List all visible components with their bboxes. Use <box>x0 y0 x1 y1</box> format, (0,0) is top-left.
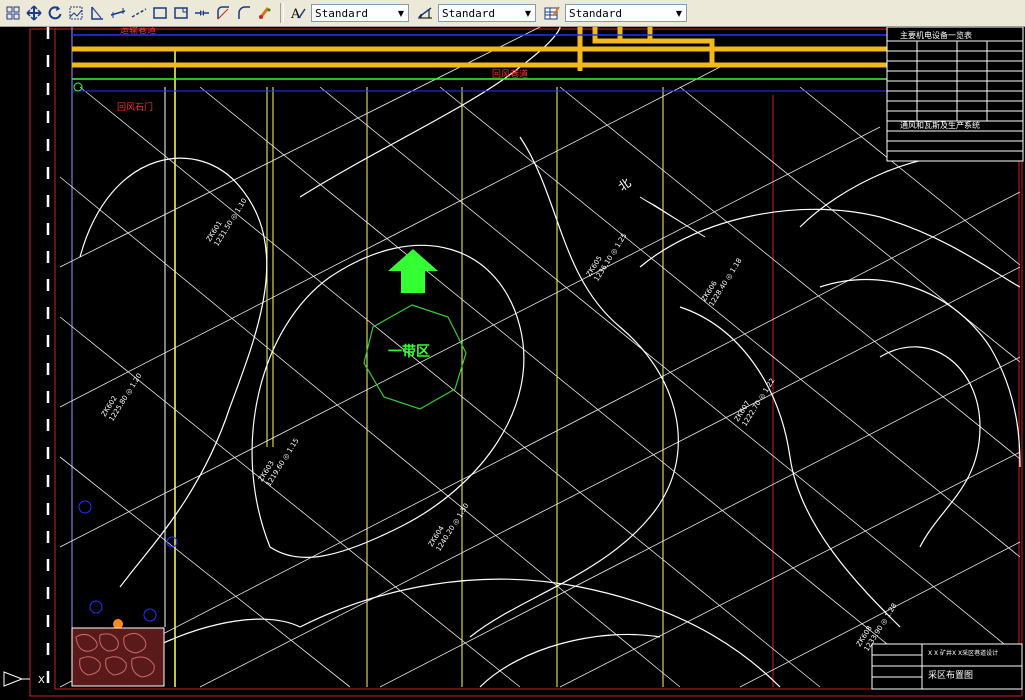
table-style-select[interactable]: Standard ▼ <box>565 4 687 22</box>
svg-text:X: X <box>38 675 45 686</box>
title-block-label: 采区布置图 <box>928 669 973 681</box>
rotate-icon[interactable] <box>45 3 65 23</box>
dim-style-select[interactable]: Standard ▼ <box>438 4 536 22</box>
chevron-down-icon[interactable]: ▼ <box>672 5 686 21</box>
red-label-top-2: 回风巷道 <box>492 68 528 80</box>
legend-table: 主要机电设备一览表 通风和瓦斯及生产系统 <box>886 27 1024 162</box>
text-style-select[interactable]: Standard ▼ <box>311 4 409 22</box>
zone-label: 一带区 <box>388 344 430 360</box>
legend-table-title: 主要机电设备一览表 <box>900 30 972 40</box>
pan-icon[interactable] <box>24 3 44 23</box>
table-style-icon[interactable] <box>542 3 562 23</box>
dim-style-value: Standard <box>442 6 495 20</box>
rectangle-select-icon[interactable] <box>66 3 86 23</box>
rock-pile <box>71 627 165 687</box>
table-style-value: Standard <box>569 6 622 20</box>
angle-icon[interactable] <box>87 3 107 23</box>
red-label-left: 回风石门 <box>117 101 153 113</box>
toolbar-separator <box>280 3 284 23</box>
svg-text:A: A <box>290 7 301 21</box>
frame-icon[interactable] <box>150 3 170 23</box>
grid-icon[interactable] <box>3 3 23 23</box>
title-block-project: X X 矿井X X采区巷道设计 <box>928 649 998 657</box>
canvas-background <box>0 27 1025 700</box>
frame-corner-icon[interactable] <box>171 3 191 23</box>
title-block: X X 矿井X X采区巷道设计 采区布置图 <box>871 643 1023 690</box>
chevron-down-icon[interactable]: ▼ <box>521 5 535 21</box>
text-style-value: Standard <box>315 6 368 20</box>
dimension-icon[interactable] <box>108 3 128 23</box>
red-label-top: 运输巷道 <box>120 27 156 36</box>
arc-line-icon[interactable] <box>234 3 254 23</box>
arrow-join-icon[interactable] <box>192 3 212 23</box>
dimension-dash-icon[interactable] <box>129 3 149 23</box>
dim-style-icon[interactable] <box>415 3 435 23</box>
legend-table-subtitle: 通风和瓦斯及生产系统 <box>900 120 980 130</box>
chevron-down-icon[interactable]: ▼ <box>394 5 408 21</box>
arc-tool-icon[interactable] <box>213 3 233 23</box>
paint-icon[interactable] <box>255 3 275 23</box>
drawing-canvas[interactable]: 运输巷道 回风巷道 回风石门 一带区 北 ZK6011231.50 ◎ 1.10… <box>0 27 1025 700</box>
toolbar: A Standard ▼ Standard ▼ Standard ▼ <box>0 0 1025 27</box>
text-style-icon[interactable]: A <box>288 3 308 23</box>
